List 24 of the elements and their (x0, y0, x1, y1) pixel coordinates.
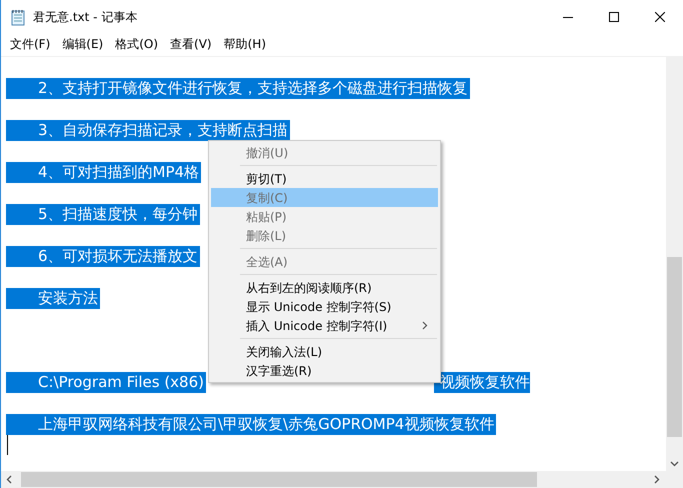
menu-bar-item[interactable]: 查看(V) (164, 35, 218, 53)
menu-bar-item[interactable]: 帮助(H) (218, 35, 272, 53)
window-title: 君无意.txt - 记事本 (33, 9, 138, 26)
minimize-icon (563, 16, 573, 18)
menu-item[interactable]: 剪切(T) (211, 169, 438, 188)
chevron-right-icon (422, 321, 428, 330)
menu-item[interactable]: 插入 Unicode 控制字符(I) (211, 316, 438, 335)
menu-item[interactable]: 从右到左的阅读顺序(R) (211, 278, 438, 297)
scrollbar-thumb[interactable] (667, 257, 682, 437)
menu-item[interactable]: 显示 Unicode 控制字符(S) (211, 297, 438, 316)
menu-item[interactable]: 关闭输入法(L) (211, 342, 438, 361)
scroll-down-icon[interactable] (670, 461, 679, 467)
text-cursor (7, 435, 8, 455)
maximize-icon (609, 12, 619, 22)
horizontal-scrollbar[interactable] (1, 471, 683, 488)
menu-bar-item[interactable]: 格式(O) (109, 35, 164, 53)
vertical-scrollbar[interactable] (666, 57, 683, 471)
scroll-right-icon[interactable] (654, 475, 660, 484)
close-icon (655, 12, 665, 22)
scroll-left-icon[interactable] (6, 475, 12, 484)
scrollbar-thumb[interactable] (21, 472, 537, 487)
menu-bar-item[interactable]: 文件(F) (4, 35, 56, 53)
menu-bar-item[interactable]: 编辑(E) (56, 35, 110, 53)
notepad-icon (10, 8, 26, 26)
